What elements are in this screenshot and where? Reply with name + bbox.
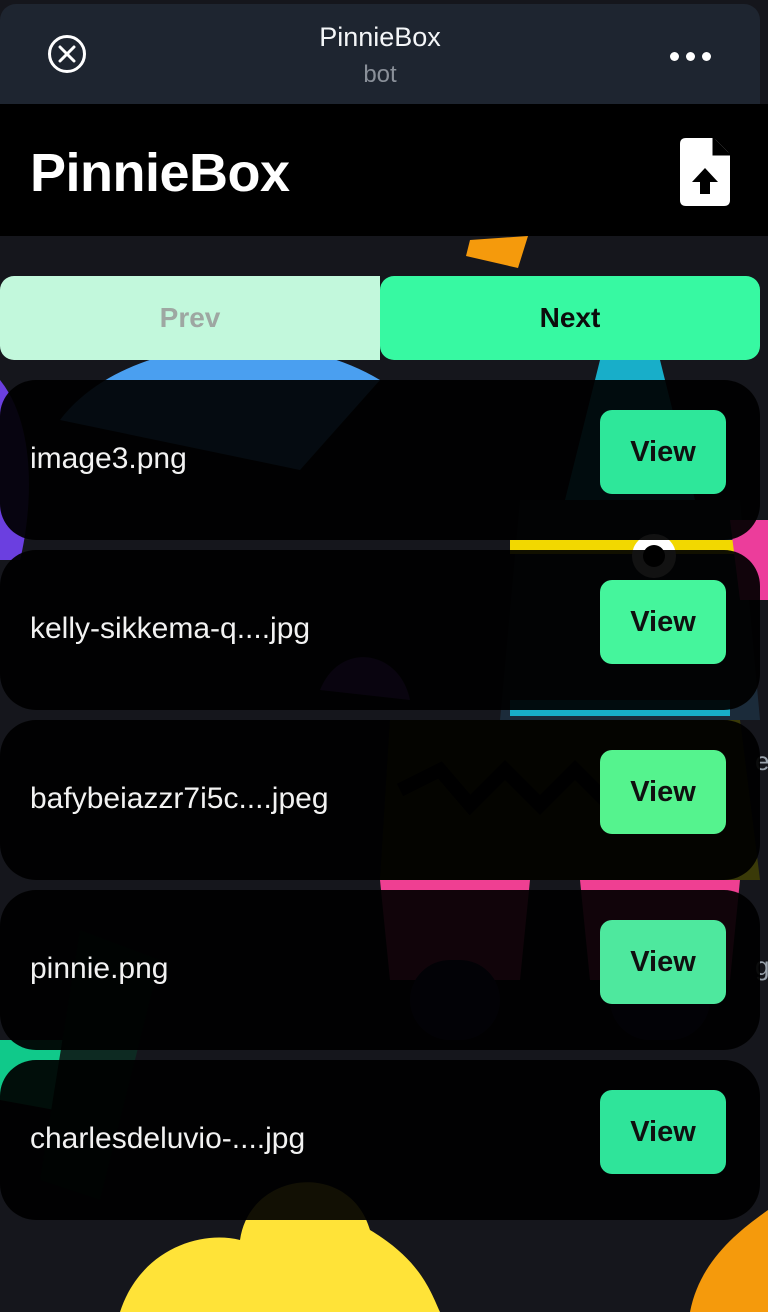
pagination: Prev Next [0, 276, 760, 360]
file-name: pinnie.png [30, 952, 169, 985]
view-button[interactable]: View [600, 750, 726, 834]
list-item: kelly-sikkema-q....jpg View [0, 550, 760, 710]
file-upload-icon[interactable] [680, 138, 732, 208]
list-item: image3.png View [0, 380, 760, 540]
bot-subtitle: bot [363, 61, 397, 88]
view-button[interactable]: View [600, 410, 726, 494]
view-button[interactable]: View [600, 920, 726, 1004]
miniapp-topbar: PinnieBox bot [0, 4, 760, 104]
app-title: PinnieBox [30, 143, 290, 203]
list-item: pinnie.png View [0, 890, 760, 1050]
view-button[interactable]: View [600, 580, 726, 664]
file-name: kelly-sikkema-q....jpg [30, 612, 311, 645]
file-name: bafybeiazzr7i5c....jpeg [30, 782, 329, 815]
next-button[interactable]: Next [380, 276, 760, 360]
file-name: image3.png [30, 442, 187, 475]
list-item: charlesdeluvio-....jpg View [0, 1060, 760, 1220]
more-options-icon[interactable] [668, 48, 712, 68]
app-header: PinnieBox [0, 104, 768, 236]
view-button[interactable]: View [600, 1090, 726, 1174]
prev-button[interactable]: Prev [0, 276, 380, 360]
file-name: charlesdeluvio-....jpg [30, 1122, 306, 1155]
bot-title: PinnieBox [319, 22, 441, 52]
list-item: bafybeiazzr7i5c....jpeg View [0, 720, 760, 880]
